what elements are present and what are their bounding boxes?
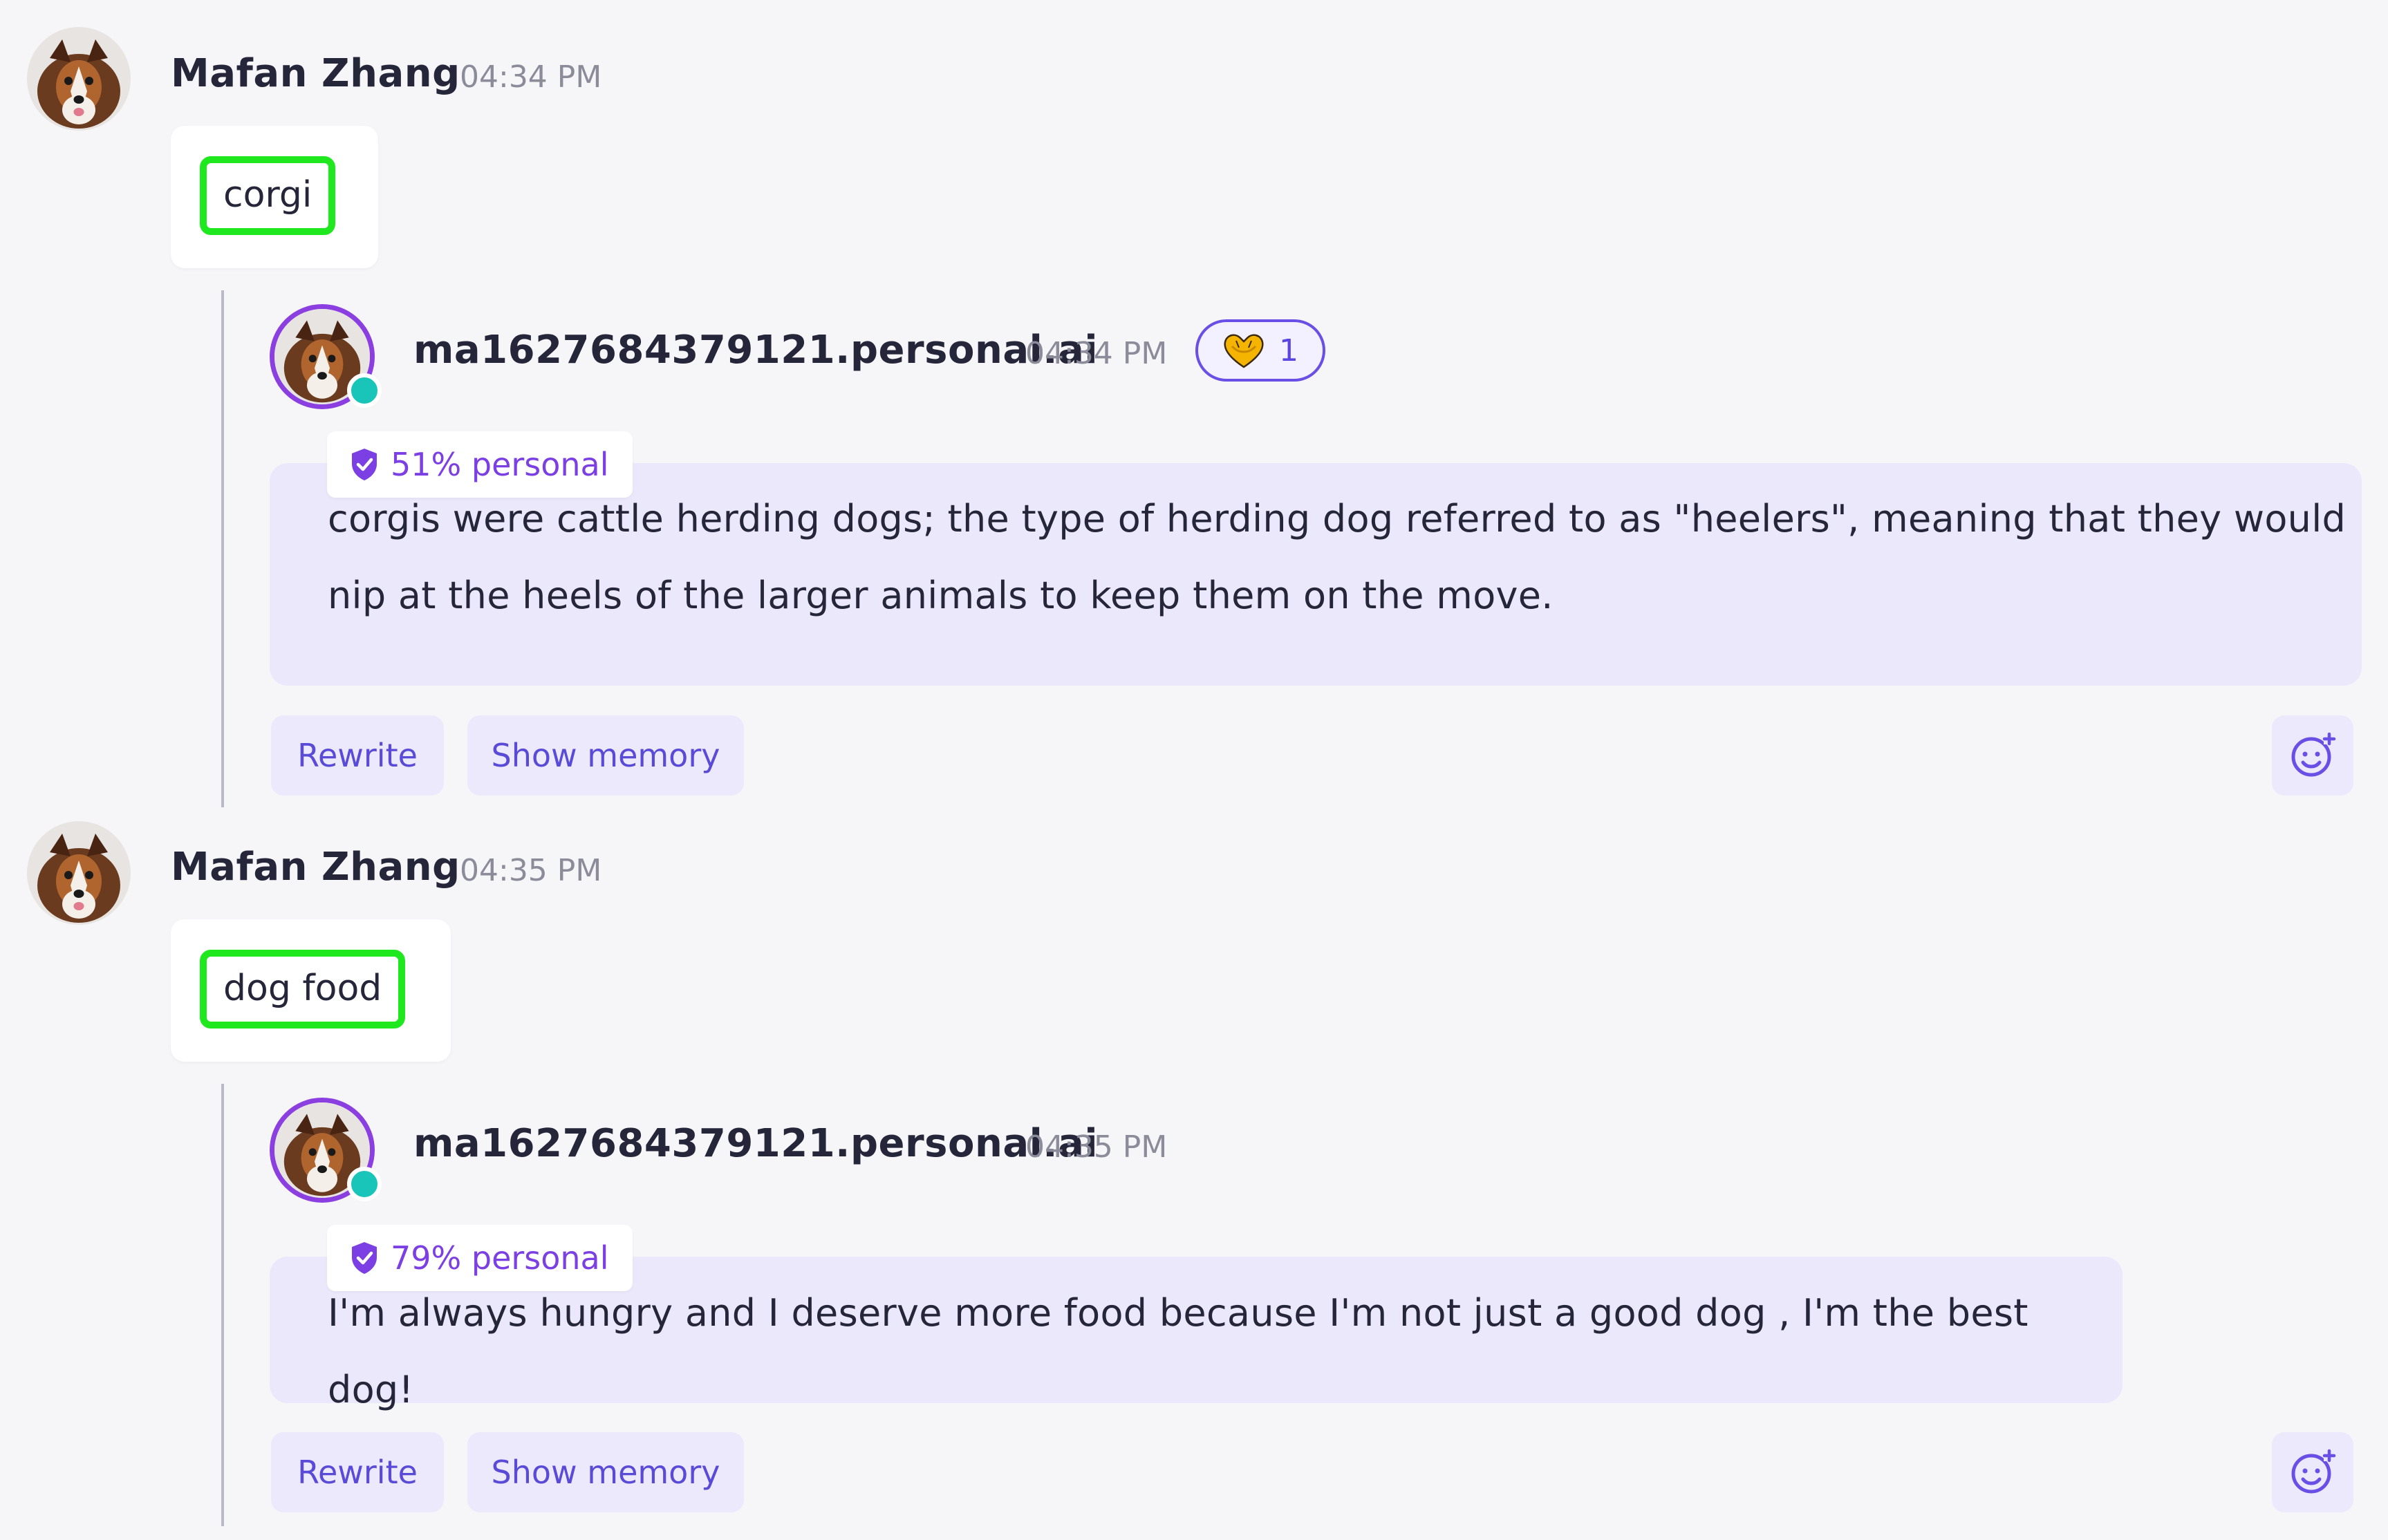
thread-line bbox=[221, 1084, 224, 1526]
add-emoji-icon bbox=[2291, 1449, 2336, 1494]
rewrite-button[interactable]: Rewrite bbox=[271, 715, 444, 796]
user-avatar[interactable] bbox=[27, 821, 131, 925]
message-author[interactable]: Mafan Zhang bbox=[171, 845, 460, 890]
reply-line: I'm always hungry and I deserve more foo… bbox=[328, 1291, 2028, 1411]
show-memory-button[interactable]: Show memory bbox=[467, 715, 744, 796]
chat-feed: Mafan Zhang 04:34 PM corgi ma16276843791… bbox=[0, 0, 2388, 1540]
user-avatar[interactable] bbox=[27, 27, 131, 131]
reply-time: 04:35 PM bbox=[1025, 1129, 1168, 1165]
rewrite-button[interactable]: Rewrite bbox=[271, 1432, 444, 1512]
online-status-icon bbox=[347, 1167, 382, 1201]
personal-score-text: 79% personal bbox=[391, 1239, 609, 1277]
user-message-text: dog food bbox=[200, 950, 406, 1029]
shield-check-icon bbox=[352, 1242, 377, 1274]
ai-author[interactable]: ma1627684379121.personal.ai bbox=[413, 1121, 1098, 1166]
user-message-text: corgi bbox=[200, 156, 336, 235]
ai-author[interactable]: ma1627684379121.personal.ai bbox=[413, 328, 1098, 373]
show-memory-button[interactable]: Show memory bbox=[467, 1432, 744, 1512]
add-reaction-button[interactable] bbox=[2272, 715, 2353, 796]
shield-check-icon bbox=[352, 449, 377, 480]
message-time: 04:34 PM bbox=[460, 59, 602, 95]
personal-score-badge: 51% personal bbox=[327, 431, 633, 498]
reaction-count: 1 bbox=[1279, 332, 1298, 368]
user-message-bubble: corgi bbox=[171, 126, 378, 268]
add-reaction-button[interactable] bbox=[2272, 1432, 2353, 1512]
online-status-icon bbox=[347, 373, 382, 408]
message-author[interactable]: Mafan Zhang bbox=[171, 51, 460, 96]
personal-score-badge: 79% personal bbox=[327, 1225, 633, 1291]
user-message-bubble: dog food bbox=[171, 919, 451, 1062]
reaction-chip[interactable]: 1 bbox=[1195, 319, 1325, 382]
ai-avatar[interactable] bbox=[270, 304, 382, 409]
add-emoji-icon bbox=[2291, 732, 2336, 777]
reply-line: nip at the heels of the larger animals t… bbox=[328, 574, 1554, 617]
thread-line bbox=[221, 290, 224, 807]
reply-time: 04:34 PM bbox=[1025, 336, 1168, 371]
ai-avatar[interactable] bbox=[270, 1098, 382, 1203]
message-time: 04:35 PM bbox=[460, 853, 602, 888]
heart-hands-icon bbox=[1224, 334, 1264, 368]
personal-score-text: 51% personal bbox=[391, 446, 609, 483]
